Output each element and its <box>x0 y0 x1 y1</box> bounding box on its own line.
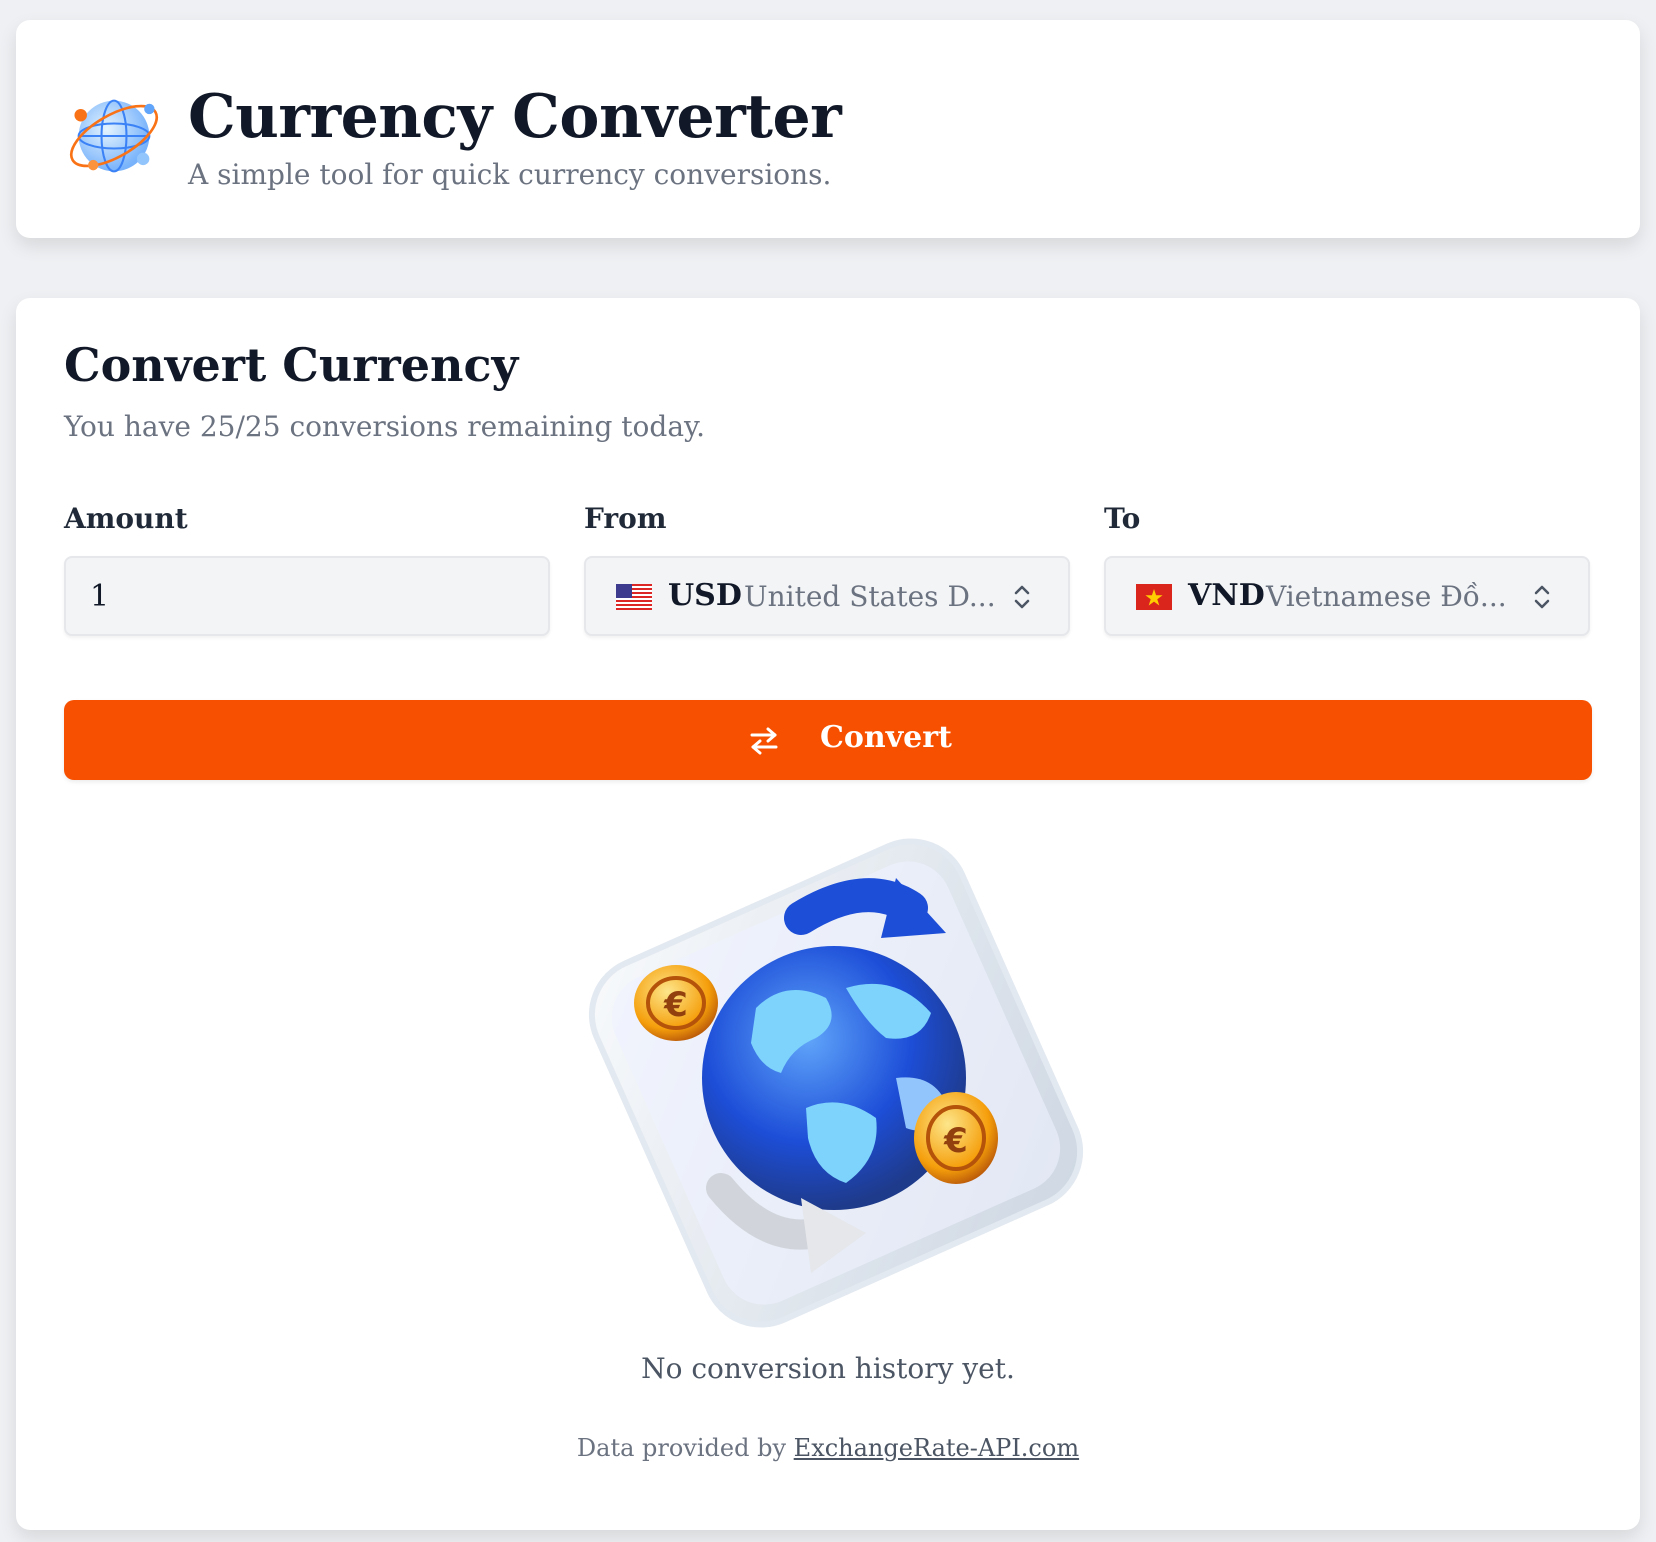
remaining-conversions-text: You have 25/25 conversions remaining tod… <box>64 410 706 443</box>
chevron-up-down-icon <box>1534 585 1550 609</box>
amount-input[interactable] <box>66 558 548 634</box>
vietnam-flag-icon <box>1136 584 1172 610</box>
app-subtitle: A simple tool for quick currency convers… <box>188 158 832 191</box>
to-currency-code: VND <box>1188 578 1265 613</box>
to-label: To <box>1104 502 1141 535</box>
chevron-up-down-icon <box>1014 585 1030 609</box>
convert-button-label: Convert <box>820 720 952 755</box>
amount-label: Amount <box>64 502 188 535</box>
globe-network-icon <box>69 99 159 173</box>
to-currency-name: Vietnamese Đồ... <box>1266 580 1507 613</box>
swap-arrows-icon <box>750 727 778 755</box>
exchangerate-api-link[interactable]: ExchangeRate-API.com <box>794 1434 1079 1462</box>
to-currency-select[interactable]: VND Vietnamese Đồ... <box>1104 556 1590 636</box>
from-currency-select[interactable]: USD United States D... <box>584 556 1070 636</box>
from-label: From <box>584 502 667 535</box>
data-credits: Data provided by ExchangeRate-API.com <box>16 1434 1640 1462</box>
svg-text:€: € <box>663 985 688 1025</box>
us-flag-icon <box>616 584 652 610</box>
credits-prefix: Data provided by <box>576 1434 787 1462</box>
from-currency-code: USD <box>668 578 742 613</box>
section-title: Convert Currency <box>64 338 519 392</box>
converter-card: Convert Currency You have 25/25 conversi… <box>16 298 1640 1530</box>
convert-button[interactable]: Convert <box>64 700 1592 780</box>
header-card: Currency Converter A simple tool for qui… <box>16 20 1640 238</box>
app-title: Currency Converter <box>188 82 842 152</box>
empty-history-text: No conversion history yet. <box>641 1352 1015 1385</box>
globe-exchange-illustration: € € <box>588 838 1084 1328</box>
amount-field[interactable] <box>64 556 550 636</box>
from-currency-name: United States D... <box>744 580 996 613</box>
svg-text:€: € <box>943 1121 968 1161</box>
